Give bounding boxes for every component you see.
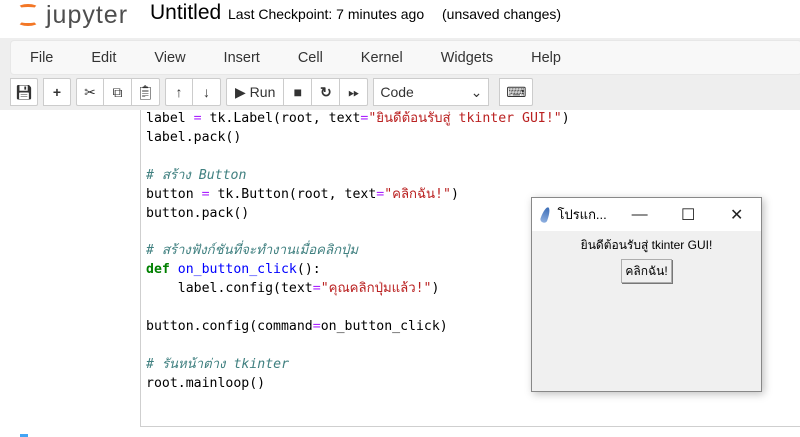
- code-editor[interactable]: label = tk.Label(root, text="ยินดีต้อนรั…: [146, 110, 570, 394]
- notebook-title[interactable]: Untitled: [150, 1, 221, 25]
- tk-window-title: โปรแก...: [557, 207, 607, 222]
- paste-icon: 📋︎: [136, 83, 155, 100]
- tk-label: ยินดีต้อนรับสู่ tkinter GUI!: [580, 238, 713, 252]
- tkinter-window: โปรแก... — ☐ ✕ ยินดีต้อนรับสู่ tkinter G…: [531, 197, 762, 392]
- feather-icon: [539, 205, 552, 224]
- header: jupyter Untitled Last Checkpoint: 7 minu…: [0, 0, 800, 38]
- keyboard-icon: ⌨: [506, 83, 527, 100]
- checkpoint-status: Last Checkpoint: 7 minutes ago: [228, 6, 425, 22]
- jupyter-logo[interactable]: jupyter: [18, 0, 128, 30]
- copy-button[interactable]: ⧉: [104, 78, 132, 106]
- cut-button[interactable]: ✂: [76, 78, 104, 106]
- maximize-button[interactable]: ☐: [664, 205, 713, 225]
- menu-cell[interactable]: Cell: [279, 50, 342, 66]
- tk-click-button[interactable]: คลิกฉัน!: [621, 259, 672, 283]
- arrow-down-icon: ↓: [203, 84, 210, 100]
- interrupt-button[interactable]: ■: [284, 78, 313, 106]
- save-button[interactable]: 💾︎: [10, 78, 38, 106]
- menu-file[interactable]: File: [11, 50, 72, 66]
- restart-button[interactable]: ↻: [312, 78, 341, 106]
- menu-insert[interactable]: Insert: [205, 50, 279, 66]
- jupyter-logo-icon: [18, 4, 38, 26]
- run-all-button[interactable]: ⏩︎: [340, 78, 369, 106]
- menu-kernel[interactable]: Kernel: [342, 50, 422, 66]
- command-palette-button[interactable]: ⌨: [499, 78, 534, 106]
- minimize-button[interactable]: —: [615, 206, 664, 224]
- restart-icon: ↻: [319, 83, 332, 100]
- save-icon: 💾︎: [15, 83, 33, 100]
- autosave-status: (unsaved changes): [442, 6, 562, 22]
- menu-view[interactable]: View: [135, 50, 204, 66]
- cell-type-select[interactable]: Code ⌄: [373, 78, 490, 106]
- menubar: File Edit View Insert Cell Kernel Widget…: [10, 40, 800, 75]
- plus-icon: +: [52, 84, 62, 100]
- menu-edit[interactable]: Edit: [72, 50, 135, 66]
- move-down-button[interactable]: ↓: [193, 78, 221, 106]
- cell-type-value: Code: [380, 84, 414, 100]
- fast-forward-icon: ⏩︎: [348, 83, 360, 100]
- paste-button[interactable]: 📋︎: [132, 78, 160, 106]
- arrow-up-icon: ↑: [175, 84, 183, 100]
- chevron-down-icon: ⌄: [470, 83, 483, 100]
- toolbar: 💾︎ + ✂ ⧉ 📋︎ ↑ ↓ ▶ Run ■ ↻ ⏩︎ Code ⌄ ⌨: [10, 78, 534, 109]
- move-up-button[interactable]: ↑: [165, 78, 193, 106]
- stop-icon: ■: [293, 84, 303, 100]
- play-icon: ▶: [235, 83, 246, 100]
- copy-icon: ⧉: [112, 83, 123, 100]
- menu-help[interactable]: Help: [512, 50, 580, 66]
- scissors-icon: ✂: [84, 83, 96, 100]
- run-label: Run: [249, 84, 276, 100]
- menu-widgets[interactable]: Widgets: [422, 50, 512, 66]
- logo-text: jupyter: [46, 0, 129, 29]
- close-button[interactable]: ✕: [712, 205, 761, 225]
- insert-cell-button[interactable]: +: [43, 78, 71, 106]
- tk-titlebar[interactable]: โปรแก... — ☐ ✕: [532, 198, 761, 231]
- run-button[interactable]: ▶ Run: [226, 78, 285, 106]
